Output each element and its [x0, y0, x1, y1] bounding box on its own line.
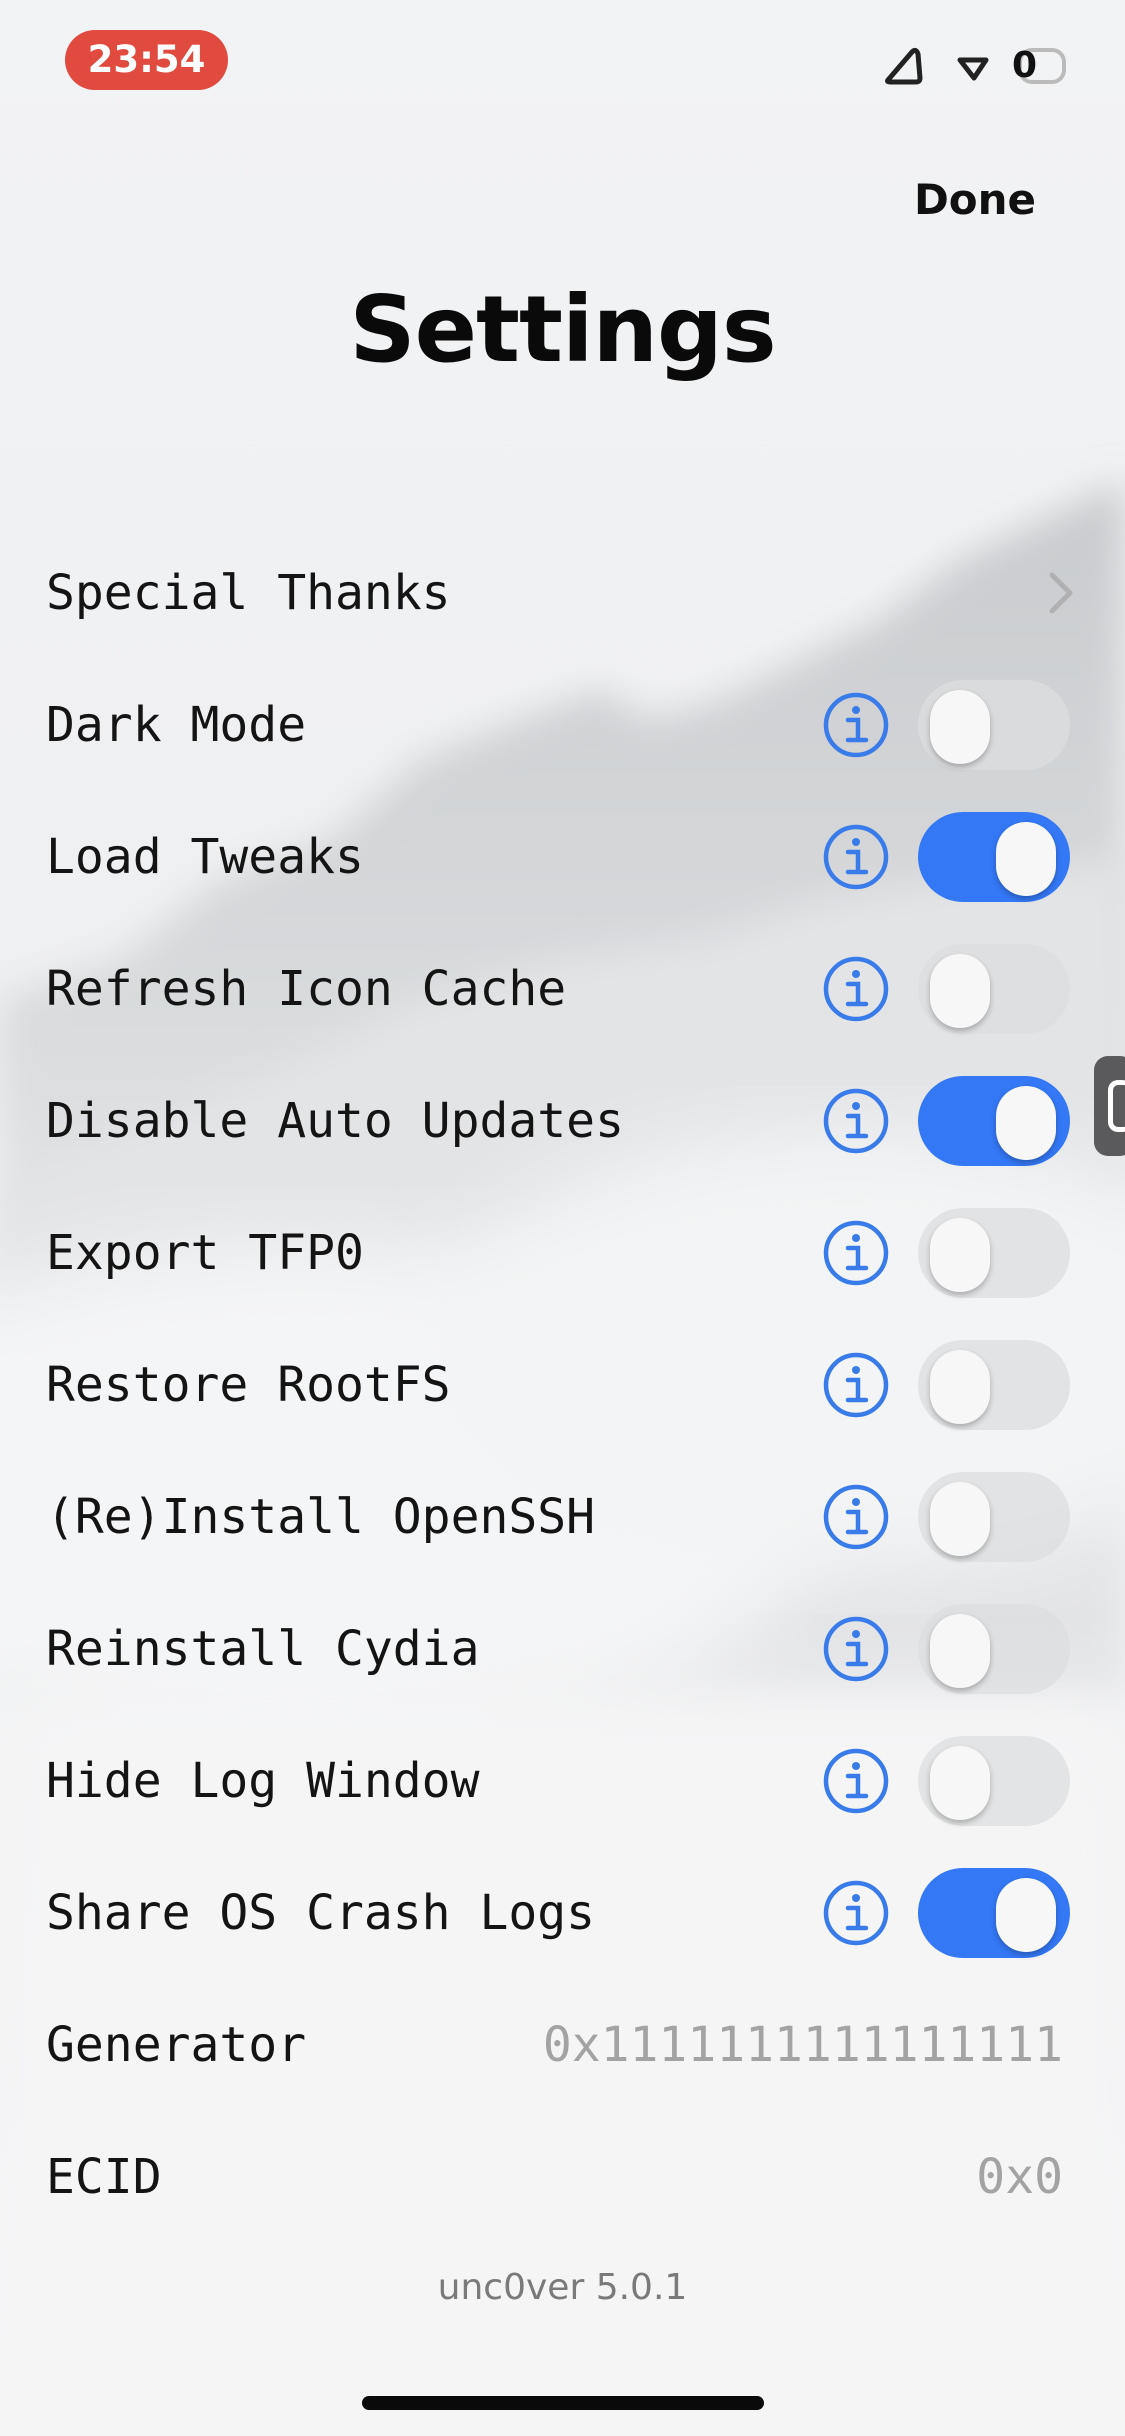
info-icon[interactable] — [822, 823, 890, 891]
disable-auto-updates-toggle[interactable] — [918, 1076, 1070, 1166]
export-tfp0-toggle[interactable] — [918, 1208, 1070, 1298]
dark-mode-label: Dark Mode — [46, 697, 307, 753]
refresh-icon-cache-label: Refresh Icon Cache — [46, 961, 567, 1017]
assistive-touch-handle[interactable] — [1094, 1056, 1125, 1156]
row-generator: Generator 0x1111111111111111 — [0, 1995, 1125, 2095]
reinstall-cydia-toggle[interactable] — [918, 1604, 1070, 1694]
version-label: unc0ver 5.0.1 — [437, 2267, 688, 2308]
toggle-knob — [930, 690, 990, 764]
row-disable-auto-updates: Disable Auto Updates — [0, 1071, 1125, 1171]
toggle-knob — [996, 1878, 1056, 1952]
toggle-knob — [930, 954, 990, 1028]
info-icon[interactable] — [822, 1351, 890, 1419]
info-icon[interactable] — [822, 1615, 890, 1683]
info-icon[interactable] — [822, 1219, 890, 1287]
home-indicator[interactable] — [362, 2396, 764, 2410]
reinstall-openssh-toggle[interactable] — [918, 1472, 1070, 1562]
chevron-right-icon — [1049, 572, 1073, 614]
toggle-knob — [930, 1218, 990, 1292]
info-icon[interactable] — [822, 691, 890, 759]
restore-rootfs-toggle[interactable] — [918, 1340, 1070, 1430]
disable-auto-updates-label: Disable Auto Updates — [46, 1093, 624, 1149]
dark-mode-toggle[interactable] — [918, 680, 1070, 770]
special-thanks-label: Special Thanks — [46, 565, 451, 621]
row-dark-mode: Dark Mode — [0, 675, 1125, 775]
settings-list: Special Thanks Dark Mode Load Tweaks Ref… — [0, 0, 1125, 2436]
row-share-os-crash-logs: Share OS Crash Logs — [0, 1863, 1125, 1963]
toggle-knob — [930, 1482, 990, 1556]
toggle-knob — [930, 1614, 990, 1688]
row-restore-rootfs: Restore RootFS — [0, 1335, 1125, 1435]
info-icon[interactable] — [822, 1879, 890, 1947]
load-tweaks-label: Load Tweaks — [46, 829, 364, 885]
share-os-crash-logs-label: Share OS Crash Logs — [46, 1885, 596, 1941]
info-icon[interactable] — [822, 1483, 890, 1551]
reinstall-openssh-label: (Re)Install OpenSSH — [46, 1489, 596, 1545]
generator-value-field[interactable]: 0x1111111111111111 — [543, 1995, 1063, 2095]
row-special-thanks[interactable]: Special Thanks — [0, 543, 1125, 643]
ecid-value-field[interactable]: 0x0 — [976, 2127, 1063, 2227]
row-export-tfp0: Export TFP0 — [0, 1203, 1125, 1303]
toggle-knob — [996, 822, 1056, 896]
refresh-icon-cache-toggle[interactable] — [918, 944, 1070, 1034]
hide-log-window-label: Hide Log Window — [46, 1753, 480, 1809]
generator-label: Generator — [46, 2017, 307, 2073]
share-os-crash-logs-toggle[interactable] — [918, 1868, 1070, 1958]
export-tfp0-label: Export TFP0 — [46, 1225, 364, 1281]
toggle-knob — [930, 1746, 990, 1820]
row-reinstall-openssh: (Re)Install OpenSSH — [0, 1467, 1125, 1567]
row-load-tweaks: Load Tweaks — [0, 807, 1125, 907]
row-ecid: ECID 0x0 — [0, 2127, 1125, 2227]
row-reinstall-cydia: Reinstall Cydia — [0, 1599, 1125, 1699]
hide-log-window-toggle[interactable] — [918, 1736, 1070, 1826]
info-icon[interactable] — [822, 955, 890, 1023]
toggle-knob — [996, 1086, 1056, 1160]
row-refresh-icon-cache: Refresh Icon Cache — [0, 939, 1125, 1039]
load-tweaks-toggle[interactable] — [918, 812, 1070, 902]
restore-rootfs-label: Restore RootFS — [46, 1357, 451, 1413]
info-icon[interactable] — [822, 1747, 890, 1815]
info-icon[interactable] — [822, 1087, 890, 1155]
ecid-label: ECID — [46, 2149, 162, 2205]
handle-icon — [1108, 1080, 1125, 1132]
row-hide-log-window: Hide Log Window — [0, 1731, 1125, 1831]
reinstall-cydia-label: Reinstall Cydia — [46, 1621, 480, 1677]
toggle-knob — [930, 1350, 990, 1424]
